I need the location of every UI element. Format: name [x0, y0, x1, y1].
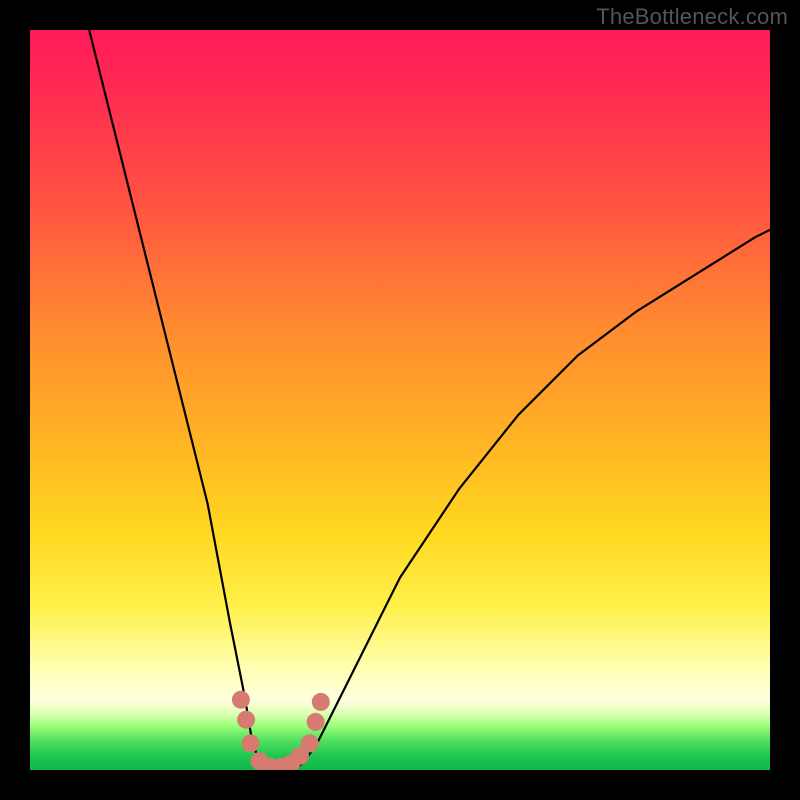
marker-dot [301, 734, 319, 752]
bottleneck-curve [30, 30, 770, 770]
marker-dot [242, 734, 260, 752]
marker-dot [237, 711, 255, 729]
bottom-dots [232, 691, 330, 770]
curve-polyline [89, 30, 770, 770]
marker-dot [307, 713, 325, 731]
plot-area [30, 30, 770, 770]
chart-frame: TheBottleneck.com [0, 0, 800, 800]
watermark-text: TheBottleneck.com [596, 4, 788, 30]
marker-dot [232, 691, 250, 709]
marker-dot [312, 693, 330, 711]
